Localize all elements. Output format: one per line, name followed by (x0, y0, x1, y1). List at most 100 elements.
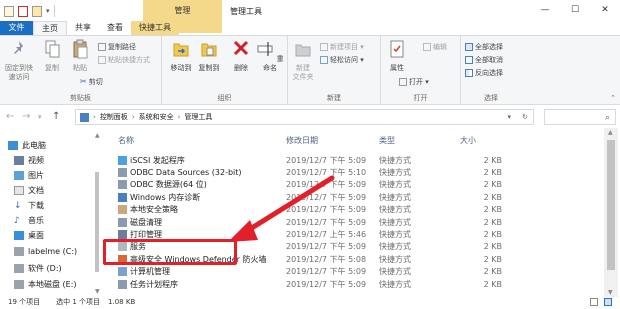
table-row[interactable]: 任务计划程序 2019/12/7 下午 5:09 快捷方式 2 KB (106, 278, 603, 290)
table-row[interactable]: iSCSI 发起程序 2019/12/7 下午 5:09 快捷方式 2 KB (106, 154, 603, 166)
refresh-icon[interactable]: ↻ (522, 113, 528, 121)
move-to-button[interactable]: 移动到 (168, 39, 194, 73)
tab-shortcut-tools[interactable]: 快捷工具 (131, 21, 179, 35)
video-icon (14, 156, 24, 165)
recent-dropdown-icon[interactable]: ▾ (38, 113, 42, 121)
column-type[interactable]: 类型 (379, 135, 395, 146)
file-name-cell: Windows 内存诊断 (118, 192, 200, 203)
nav-label: 软件 (D:) (28, 264, 62, 273)
nav-item-music[interactable]: ♪ 音乐 (14, 215, 44, 226)
paste-button[interactable]: 粘贴 (68, 39, 92, 73)
collapse-ribbon-icon[interactable]: ⌃ (610, 94, 616, 102)
selection-count: 选中 1 个项目 (56, 298, 101, 306)
nav-item-drive-e[interactable]: 本地磁盘 (E:) (14, 279, 77, 290)
nav-item-documents[interactable]: 文档 (14, 185, 44, 196)
table-row[interactable]: 本地安全策略 2019/12/7 下午 5:09 快捷方式 2 KB (106, 204, 603, 216)
new-item-button[interactable]: 新建项目 ▾ (320, 41, 364, 52)
shortcut-icon (118, 155, 127, 165)
tab-share[interactable]: 共享 (67, 21, 99, 35)
copy-button[interactable]: 复制 (40, 39, 64, 73)
divider (53, 5, 55, 17)
copy-path-button[interactable]: 复制路径 (98, 41, 136, 52)
rename-button[interactable]: 重命名 (256, 39, 284, 73)
table-row[interactable]: Windows 内存诊断 2019/12/7 下午 5:09 快捷方式 2 KB (106, 191, 603, 203)
select-all-button[interactable]: 全部选择 (465, 41, 503, 52)
file-name: ODBC 数据源(64 位) (130, 180, 207, 190)
table-row[interactable]: 磁盘清理 2019/12/7 下午 5:09 快捷方式 2 KB (106, 216, 603, 228)
tab-file[interactable]: 文件 (0, 21, 33, 35)
search-icon[interactable]: ⌕ (605, 113, 610, 123)
edit-label: 编辑 (433, 42, 447, 51)
column-name[interactable]: 名称 (118, 135, 134, 146)
shortcut-icon (118, 180, 127, 190)
large-icons-view-icon[interactable] (604, 298, 612, 306)
pin-quick-access-button[interactable]: 固定到快 速访问 (2, 39, 36, 82)
back-arrow-icon[interactable]: ← (6, 111, 14, 122)
music-icon: ♪ (14, 216, 20, 226)
column-size[interactable]: 大小 (460, 135, 476, 146)
address-bar[interactable]: › 控制面板 › 系统和安全 › 管理工具 ▾ ↻ (75, 109, 534, 125)
breadcrumb-control-panel[interactable]: 控制面板 (100, 112, 128, 122)
scroll-thumb[interactable] (607, 140, 615, 270)
breadcrumb-separator: › (93, 113, 96, 121)
column-date[interactable]: 修改日期 (286, 135, 318, 146)
new-folder-icon[interactable] (32, 5, 42, 17)
table-row[interactable]: 计算机管理 2019/12/7 下午 5:09 快捷方式 2 KB (106, 266, 603, 278)
nav-item-videos[interactable]: 视频 (14, 155, 44, 166)
nav-item-drive-c[interactable]: labelme (C:) (14, 247, 77, 256)
open-button[interactable]: 打开 ▾ (399, 76, 429, 87)
breadcrumb-system-security[interactable]: 系统和安全 (139, 112, 174, 122)
scroll-thumb[interactable] (95, 172, 99, 272)
shortcut-icon (118, 192, 127, 202)
nav-item-this-pc[interactable]: 此电脑 (8, 140, 46, 151)
details-view-icon[interactable] (590, 298, 598, 306)
easy-access-button[interactable]: 轻松访问 ▾ (320, 54, 364, 65)
select-none-button[interactable]: 全部取消 (465, 54, 503, 65)
nav-item-drive-d[interactable]: 软件 (D:) (14, 263, 62, 274)
nav-label: 音乐 (28, 216, 44, 225)
file-name: 计算机管理 (130, 267, 170, 277)
file-type: 快捷方式 (379, 180, 411, 190)
paste-shortcut-button[interactable]: 粘贴快捷方式 (98, 54, 150, 65)
table-row[interactable]: ODBC Data Sources (32-bit) 2019/12/7 下午 5… (106, 166, 603, 178)
scroll-down-icon[interactable]: ▼ (95, 288, 100, 295)
pin-icon (14, 41, 23, 54)
navigation-bar: ← → ▾ ↑ › 控制面板 › 系统和安全 › 管理工具 ▾ ↻ ⌕ (0, 106, 620, 128)
tab-home[interactable]: 主页 (33, 21, 67, 35)
item-count: 19 个项目 (8, 298, 41, 306)
properties-icon[interactable] (18, 5, 28, 17)
navigation-scrollbar[interactable]: ▲ ▼ (93, 132, 101, 295)
delete-button[interactable]: 删除 (230, 39, 252, 73)
list-scrollbar[interactable]: ▲ ▼ (604, 128, 618, 297)
scroll-up-icon[interactable]: ▲ (95, 132, 100, 139)
qat-dropdown-icon[interactable]: ▾ (46, 7, 50, 15)
properties-button[interactable]: 属性 (385, 39, 409, 73)
tab-view[interactable]: 查看 (99, 21, 131, 35)
cut-button[interactable]: ✂ 剪切 (80, 76, 103, 87)
maximize-button[interactable]: ☐ (560, 0, 590, 20)
file-type: 快捷方式 (379, 205, 411, 215)
select-none-label: 全部取消 (475, 55, 503, 64)
scroll-up-icon[interactable]: ▲ (608, 129, 613, 136)
nav-item-downloads[interactable]: ↓ 下载 (14, 200, 44, 211)
breadcrumb-admin-tools[interactable]: 管理工具 (184, 112, 212, 122)
copy-to-button[interactable]: 复制到 (196, 39, 222, 73)
close-button[interactable]: ✕ (590, 0, 620, 20)
edit-button[interactable]: 编辑 (423, 41, 447, 52)
file-name: Windows 内存诊断 (130, 192, 201, 202)
address-dropdown-icon[interactable]: ▾ (507, 113, 511, 121)
nav-item-pictures[interactable]: 图片 (14, 170, 44, 181)
minimize-button[interactable]: — (530, 0, 560, 20)
up-arrow-icon[interactable]: ↑ (52, 111, 60, 122)
invert-selection-button[interactable]: 反向选择 (465, 67, 503, 78)
new-group: 新建 文件夹 新建项目 ▾ 轻松访问 ▾ 新建 (288, 36, 381, 105)
table-row[interactable]: ODBC 数据源(64 位) 2019/12/7 下午 5:09 快捷方式 2 KB (106, 179, 603, 191)
open-group-label: 打开 (413, 94, 428, 102)
picture-icon (14, 171, 24, 180)
folder-icon[interactable] (4, 5, 14, 17)
file-name: 任务计划程序 (130, 279, 178, 289)
nav-item-desktop[interactable]: 桌面 (14, 230, 44, 241)
file-name-cell: 本地安全策略 (118, 204, 178, 215)
forward-arrow-icon[interactable]: → (22, 111, 30, 122)
new-folder-button[interactable]: 新建 文件夹 (290, 39, 316, 82)
